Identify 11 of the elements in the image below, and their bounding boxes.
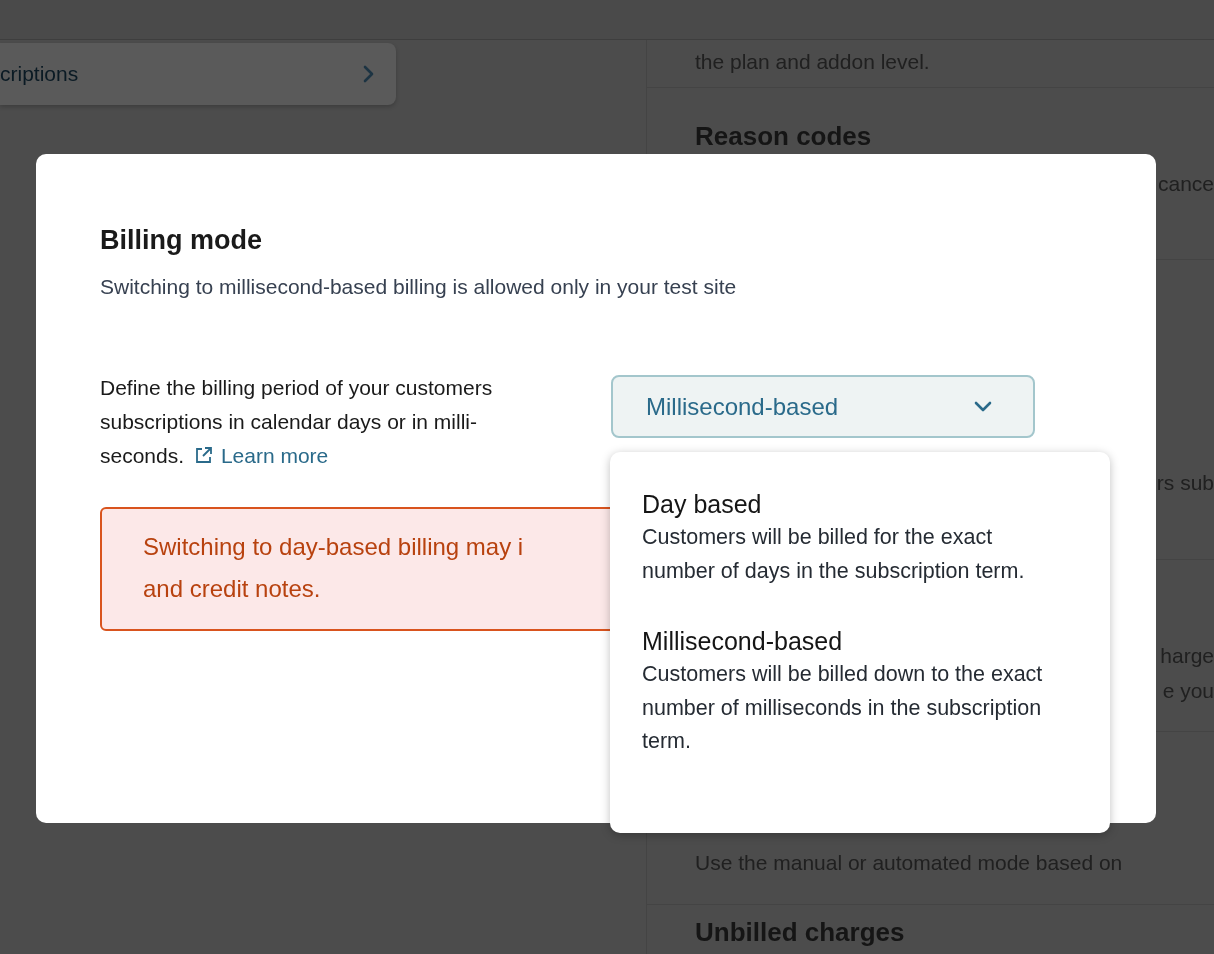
- billing-period-description: Define the billing period of your customers subscriptions in calendar days or in milli-seconds. Learn more: [100, 375, 494, 469]
- billing-mode-select[interactable]: Millisecond-based: [611, 375, 1035, 438]
- learn-more-link[interactable]: Learn more: [189, 444, 329, 467]
- section-heading: Unbilled charges: [695, 917, 906, 947]
- dialog-subtitle: Switching to millisecond-based billing is allowed only in your test site: [100, 274, 738, 300]
- card-label: criptions: [0, 62, 79, 86]
- section-heading: Reason codes: [695, 120, 873, 153]
- dialog-title: Billing mode: [100, 224, 263, 257]
- chevron-right-icon: [362, 65, 374, 83]
- chevron-down-icon: [973, 400, 993, 413]
- external-link-icon: [193, 446, 213, 465]
